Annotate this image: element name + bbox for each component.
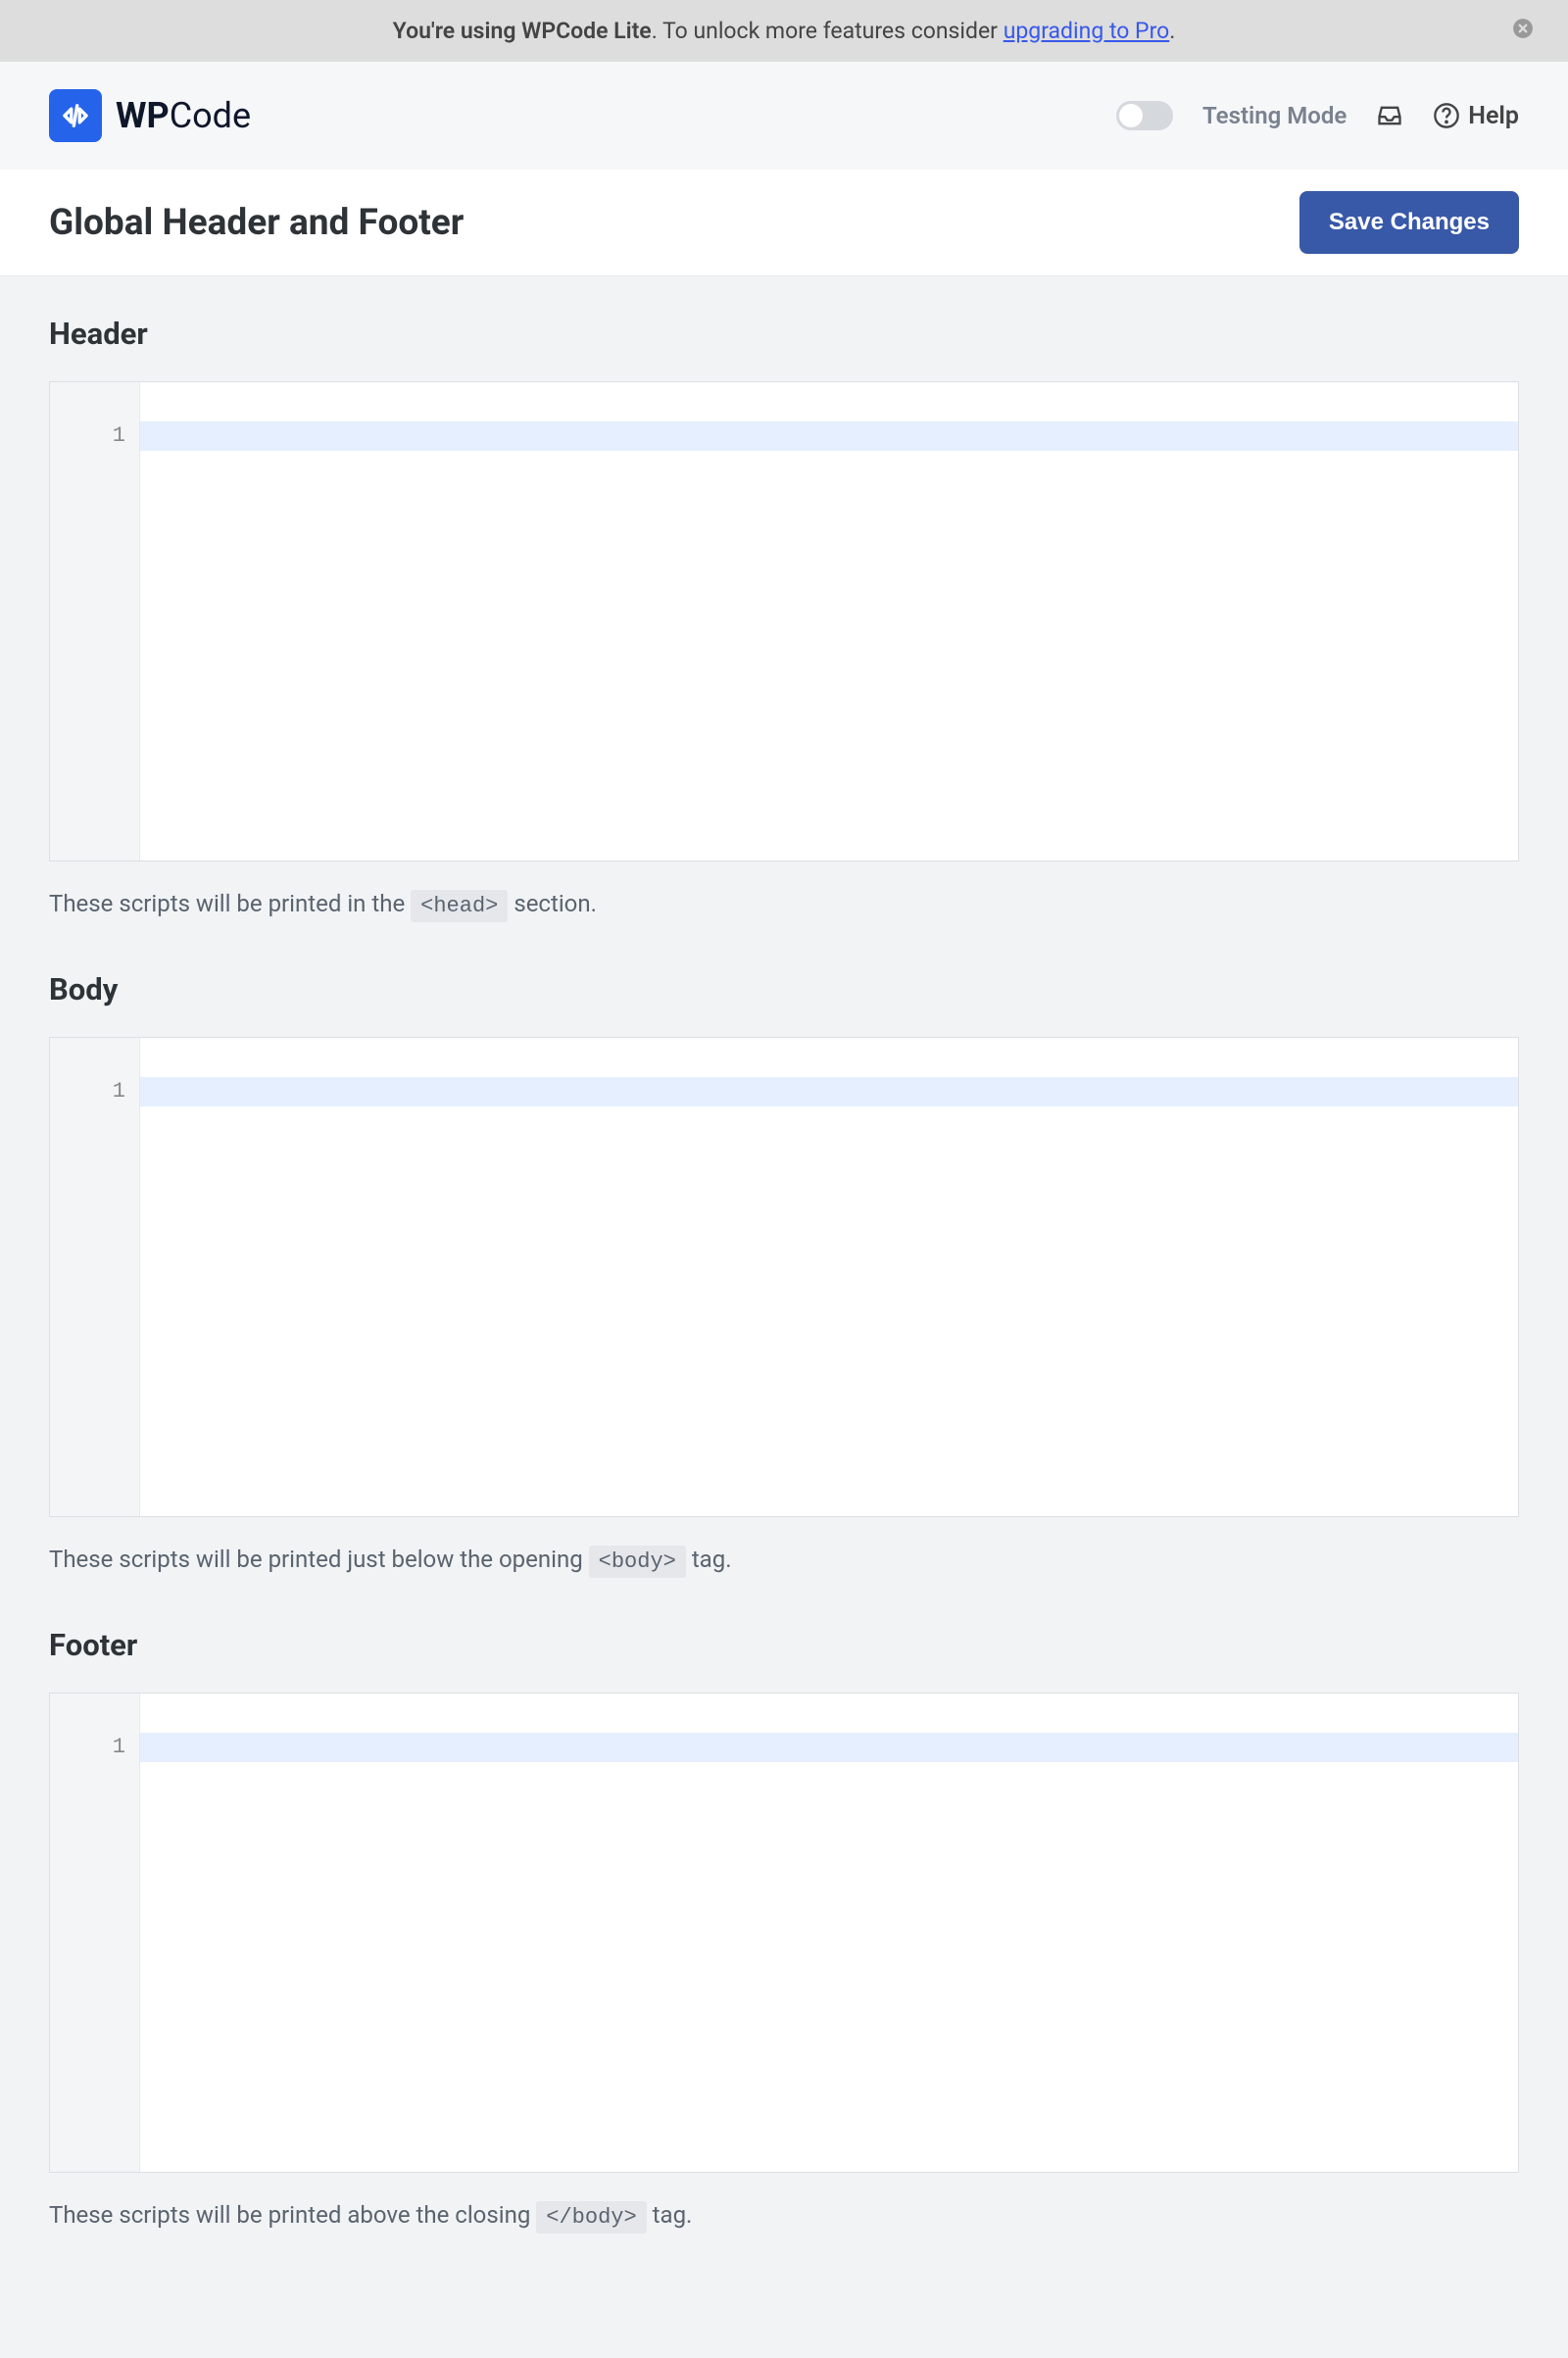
- testing-mode-toggle[interactable]: [1116, 101, 1173, 130]
- page-title: Global Header and Footer: [49, 202, 464, 244]
- header-code-input[interactable]: [140, 421, 1518, 860]
- footer-code-input[interactable]: [140, 1733, 1518, 2172]
- body-section: Body 1 These scripts will be printed jus…: [49, 971, 1519, 1578]
- hint-text: tag.: [692, 1546, 732, 1573]
- hint-code: <head>: [411, 890, 508, 922]
- footer-code-editor: 1: [49, 1693, 1519, 2173]
- page-title-bar: Global Header and Footer Save Changes: [0, 170, 1568, 276]
- logo-badge-icon: [49, 89, 102, 142]
- body-hint: These scripts will be printed just below…: [49, 1542, 1519, 1578]
- logo-text: WPCode: [116, 95, 251, 136]
- hint-text: section.: [514, 890, 597, 917]
- header-hint: These scripts will be printed in the <he…: [49, 886, 1519, 922]
- hint-text: tag.: [653, 2201, 693, 2229]
- app-header: WPCode Testing Mode Help: [0, 62, 1568, 170]
- body-code-editor: 1: [49, 1037, 1519, 1517]
- body-code-input[interactable]: [140, 1077, 1518, 1516]
- header-code-editor: 1: [49, 381, 1519, 861]
- body-code-area: [140, 1038, 1518, 1516]
- promo-suffix: .: [1169, 18, 1175, 44]
- header-gutter: 1: [50, 382, 140, 860]
- promo-bold: You're using WPCode Lite: [393, 18, 652, 44]
- line-number: 1: [50, 1077, 139, 1106]
- inbox-button[interactable]: [1376, 102, 1403, 129]
- promo-middle: . To unlock more features consider: [652, 18, 1004, 44]
- upgrade-link[interactable]: upgrading to Pro: [1004, 18, 1170, 44]
- footer-gutter: 1: [50, 1694, 140, 2172]
- header-code-area: [140, 382, 1518, 860]
- body-section-title: Body: [49, 971, 1519, 1007]
- promo-bar: You're using WPCode Lite. To unlock more…: [0, 0, 1568, 62]
- testing-mode-label: Testing Mode: [1202, 102, 1347, 129]
- hint-code: </body>: [536, 2201, 646, 2234]
- body-gutter: 1: [50, 1038, 140, 1516]
- header-section: Header 1 These scripts will be printed i…: [49, 316, 1519, 922]
- hint-text: These scripts will be printed in the: [49, 890, 411, 917]
- help-button[interactable]: Help: [1433, 102, 1519, 130]
- footer-section-title: Footer: [49, 1627, 1519, 1663]
- line-number: 1: [50, 421, 139, 451]
- close-icon[interactable]: [1512, 18, 1534, 45]
- content: Header 1 These scripts will be printed i…: [0, 276, 1568, 2358]
- save-button[interactable]: Save Changes: [1299, 191, 1519, 254]
- header-section-title: Header: [49, 316, 1519, 352]
- footer-section: Footer 1 These scripts will be printed a…: [49, 1627, 1519, 2234]
- hint-code: <body>: [589, 1546, 686, 1578]
- promo-text: You're using WPCode Lite. To unlock more…: [393, 18, 1176, 44]
- logo: WPCode: [49, 89, 251, 142]
- line-number: 1: [50, 1733, 139, 1762]
- help-label: Help: [1468, 102, 1519, 130]
- hint-text: These scripts will be printed above the …: [49, 2201, 536, 2229]
- footer-code-area: [140, 1694, 1518, 2172]
- hint-text: These scripts will be printed just below…: [49, 1546, 589, 1573]
- footer-hint: These scripts will be printed above the …: [49, 2197, 1519, 2234]
